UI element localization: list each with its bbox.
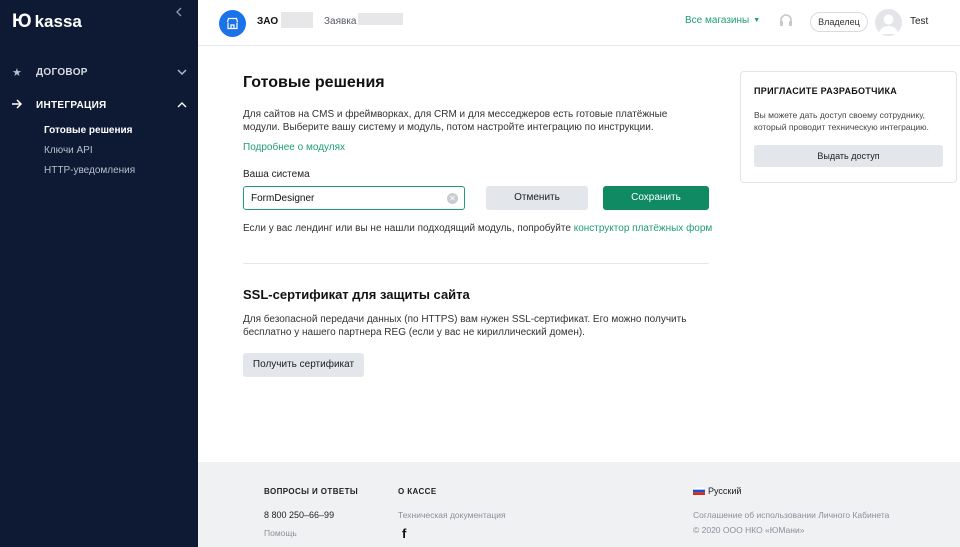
arrow-right-icon [12,98,23,112]
about-heading: О КАССЕ [398,487,437,496]
invite-title: ПРИГЛАСИТЕ РАЗРАБОТЧИКА [754,86,898,96]
facebook-icon[interactable]: f [402,526,406,541]
sidebar-subitem-ready-solutions[interactable]: Готовые решения [44,125,133,136]
all-stores-label: Все магазины [685,15,750,26]
chevron-down-icon [177,68,187,76]
get-certificate-button[interactable]: Получить сертификат [243,353,364,377]
footer: ВОПРОСЫ И ОТВЕТЫ 8 800 250–66–99 Помощь … [198,462,960,547]
grant-access-button[interactable]: Выдать доступ [754,145,943,167]
all-stores-dropdown[interactable]: Все магазины ▼ [685,15,760,26]
more-about-modules-link[interactable]: Подробнее о модулях [243,142,345,153]
star-icon: ★ [12,66,22,79]
company-name[interactable]: ЗАО [257,16,278,27]
logo-text: kassa [34,12,82,31]
faq-heading: ВОПРОСЫ И ОТВЕТЫ [264,487,359,496]
language-label: Русский [708,486,742,496]
sidebar-item-integration[interactable]: ИНТЕГРАЦИЯ [0,90,198,120]
logo[interactable]: Ю kassa [12,10,82,34]
main-content: Готовые решения Для сайтов на CMS и фрей… [198,46,960,462]
invite-text: Вы можете дать доступ своему сотруднику,… [754,110,929,132]
support-icon[interactable] [778,13,794,29]
clear-icon[interactable]: ✕ [447,193,458,204]
ssl-section-title: SSL-сертификат для защиты сайта [243,287,470,302]
russian-flag-icon [692,486,706,496]
support-phone[interactable]: 8 800 250–66–99 [264,510,334,520]
system-label: Ваша система [243,169,310,180]
collapse-sidebar-icon[interactable] [172,6,186,20]
logo-mark: Ю [12,11,32,32]
redacted-block [358,13,403,25]
landing-text: Если у вас лендинг или вы не нашли подхо… [243,223,712,234]
divider [243,263,709,264]
request-label: Заявка [324,16,357,27]
page-title: Готовые решения [243,74,385,91]
sidebar: Ю kassa ★ ДОГОВОР ИНТЕГРАЦИЯ Готовые реш… [0,0,198,547]
invite-developer-card: ПРИГЛАСИТЕ РАЗРАБОТЧИКА Вы можете дать д… [740,71,957,183]
role-badge[interactable]: Владелец [810,12,868,32]
user-name[interactable]: Test [910,16,928,27]
copyright: © 2020 ООО НКО «ЮМани» [693,525,805,535]
payment-form-builder-link[interactable]: конструктор платёжных форм [574,223,713,234]
language-selector[interactable]: Русский [692,486,742,496]
ssl-text: Для безопасной передачи данных (по HTTPS… [243,314,687,338]
sidebar-item-label: ДОГОВОР [36,66,88,78]
store-icon[interactable] [219,10,246,37]
system-input[interactable] [243,186,465,210]
help-link[interactable]: Помощь [264,528,297,538]
caret-down-icon: ▼ [753,17,761,24]
tech-docs-link[interactable]: Техническая документация [398,510,506,520]
save-button[interactable]: Сохранить [603,186,709,210]
intro-text: Для сайтов на CMS и фреймворках, для CRM… [243,109,668,133]
top-header: ЗАО Заявка Все магазины ▼ Владелец Test [198,0,960,46]
sidebar-item-contract[interactable]: ★ ДОГОВОР [0,57,198,87]
avatar[interactable] [875,9,902,36]
chevron-up-icon [177,101,187,109]
sidebar-subitem-http-notifications[interactable]: HTTP-уведомления [44,165,135,176]
landing-text-body: Если у вас лендинг или вы не нашли подхо… [243,223,571,234]
redacted-block [281,12,313,28]
sidebar-subitem-api-keys[interactable]: Ключи API [44,145,93,156]
cancel-button[interactable]: Отменить [486,186,588,210]
terms-link[interactable]: Соглашение об использовании Личного Каби… [693,510,889,520]
sidebar-item-label: ИНТЕГРАЦИЯ [36,99,107,111]
